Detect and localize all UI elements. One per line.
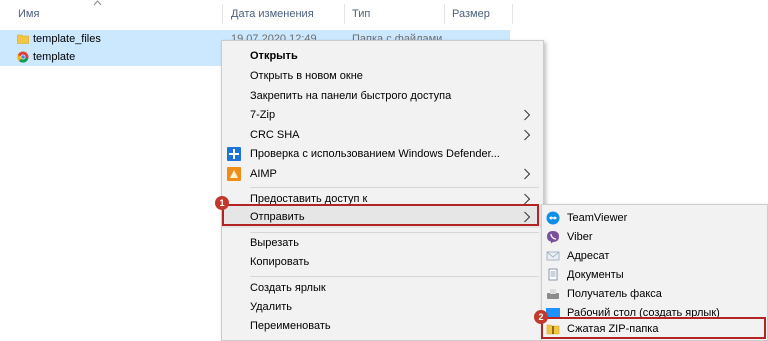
menu-item-label: Вырезать bbox=[250, 237, 299, 249]
menu-item-open[interactable]: Открыть bbox=[222, 45, 543, 67]
menu-item-label: Открыть в новом окне bbox=[250, 70, 363, 82]
column-name[interactable]: Имя bbox=[18, 8, 39, 20]
column-size[interactable]: Размер bbox=[452, 8, 490, 20]
chevron-right-icon bbox=[524, 168, 531, 180]
menu-item-open-new-window[interactable]: Открыть в новом окне bbox=[222, 65, 543, 87]
highlight-send-to bbox=[222, 204, 539, 226]
column-divider[interactable] bbox=[444, 4, 445, 24]
chevron-right-icon bbox=[524, 109, 531, 121]
menu-item-7zip[interactable]: 7-Zip bbox=[222, 104, 543, 126]
viber-icon bbox=[547, 231, 559, 244]
step-badge-2: 2 bbox=[534, 310, 548, 324]
defender-icon bbox=[227, 147, 241, 161]
menu-item-label: Удалить bbox=[250, 301, 292, 313]
menu-item-label: AIMP bbox=[250, 168, 277, 180]
folder-icon bbox=[17, 34, 29, 44]
menu-item-label: CRC SHA bbox=[250, 129, 300, 141]
menu-item-label: Переименовать bbox=[250, 320, 331, 332]
menu-item-label: Закрепить на панели быстрого доступа bbox=[250, 90, 452, 102]
submenu-item-label: Адресат bbox=[567, 250, 610, 262]
column-type[interactable]: Тип bbox=[352, 8, 370, 20]
column-divider[interactable] bbox=[344, 4, 345, 24]
menu-item-label: Создать ярлык bbox=[250, 282, 326, 294]
menu-item-label: Открыть bbox=[250, 50, 298, 62]
menu-item-label: Проверка с использованием Windows Defend… bbox=[250, 148, 500, 160]
aimp-icon bbox=[227, 167, 241, 181]
menu-item-give-access[interactable]: Предоставить доступ к bbox=[222, 180, 543, 205]
column-header: Имя Дата изменения Тип Размер bbox=[0, 0, 516, 26]
column-divider[interactable] bbox=[222, 4, 223, 24]
menu-item-label: Копировать bbox=[250, 256, 310, 268]
column-date[interactable]: Дата изменения bbox=[231, 8, 314, 20]
fax-icon bbox=[547, 289, 559, 299]
column-divider[interactable] bbox=[512, 4, 513, 24]
documents-icon bbox=[548, 268, 558, 281]
sort-caret-icon bbox=[93, 0, 102, 6]
chrome-icon bbox=[17, 51, 29, 63]
menu-item-rename[interactable]: Переименовать bbox=[222, 315, 543, 337]
teamviewer-icon bbox=[546, 211, 560, 225]
submenu-item-label: Документы bbox=[567, 269, 624, 281]
contact-icon bbox=[546, 251, 560, 261]
submenu-item-label: TeamViewer bbox=[567, 212, 628, 224]
file-name: template bbox=[33, 51, 76, 63]
menu-item-defender-scan[interactable]: Проверка с использованием Windows Defend… bbox=[222, 143, 543, 165]
menu-item-copy[interactable]: Копировать bbox=[222, 251, 543, 273]
file-name: template_files bbox=[33, 33, 101, 45]
step-badge-1: 1 bbox=[215, 196, 229, 210]
chevron-right-icon bbox=[524, 129, 531, 141]
highlight-zip-folder bbox=[541, 317, 766, 339]
submenu-item-label: Получатель факса bbox=[567, 288, 662, 300]
context-menu: Открыть Открыть в новом окне Закрепить н… bbox=[221, 40, 544, 341]
menu-item-label: 7-Zip bbox=[250, 109, 276, 121]
submenu-item-label: Viber bbox=[567, 231, 593, 243]
